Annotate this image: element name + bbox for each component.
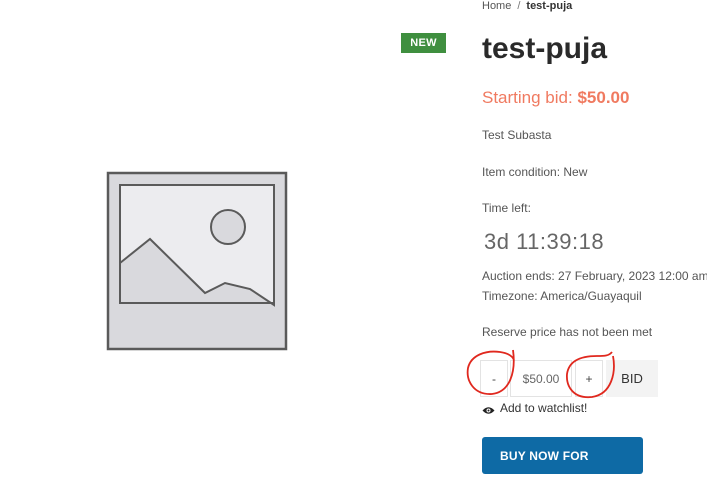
new-badge: NEW [401,33,446,53]
breadcrumb-current: test-puja [526,0,573,12]
breadcrumb: Home / test-puja [482,0,572,12]
product-description: Test Subasta [482,128,552,142]
product-image-placeholder-icon [100,165,295,357]
bid-amount-input[interactable] [510,360,572,397]
auction-ends: Auction ends: 27 February, 2023 12:00 am [482,269,707,283]
increase-bid-button[interactable]: + [575,360,603,397]
reserve-status: Reserve price has not been met [482,325,653,339]
add-to-watchlist-link[interactable]: Add to watchlist! [482,401,587,415]
eye-icon [482,404,495,414]
buy-now-button[interactable]: BUY NOW FOR [482,437,643,474]
product-title: test-puja [482,32,608,65]
decrease-bid-button[interactable]: - [480,360,508,397]
starting-bid-amount: $50.00 [577,88,630,107]
item-condition: Item condition: New [482,165,588,179]
breadcrumb-separator: / [517,0,521,12]
countdown-timer: 3d 11:39:18 [484,229,605,254]
breadcrumb-home-link[interactable]: Home [482,0,511,12]
time-left-label: Time left: [482,201,531,215]
bid-button[interactable]: BID [606,360,658,397]
watchlist-label: Add to watchlist! [500,401,588,415]
timezone: Timezone: America/Guayaquil [482,289,642,303]
starting-bid-label: Starting bid: [482,88,573,107]
starting-bid: Starting bid: $50.00 [482,88,629,108]
